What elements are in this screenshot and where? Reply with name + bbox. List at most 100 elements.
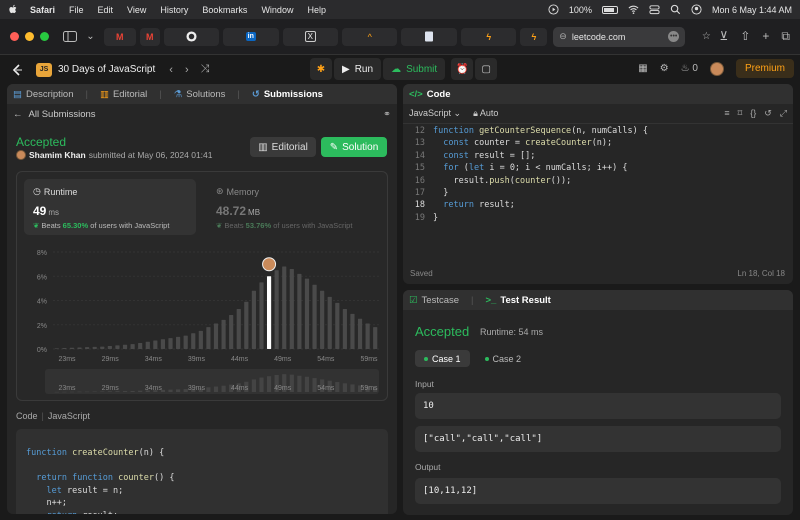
runtime-distribution-chart[interactable]: 8% 6% 4% 2% 0% 23ms 29ms 34ms 39ms 44ms 49ms 54ms 59… [17, 172, 389, 402]
tab-github[interactable] [163, 27, 220, 46]
input-value-calls[interactable]: ["call","call","call"] [415, 426, 781, 452]
tab-overview-icon[interactable]: ⧉ [781, 29, 790, 44]
code-editor[interactable]: 12 function getCounterSequence(n, numCall… [403, 125, 793, 224]
problem-list-title[interactable]: 30 Days of JavaScript [58, 64, 155, 75]
chart-bar [85, 347, 90, 349]
wifi-icon[interactable] [628, 4, 639, 15]
menu-help[interactable]: Help [307, 5, 326, 15]
chart-bar [244, 301, 249, 349]
code-line[interactable]: 19} [403, 212, 793, 224]
braces-icon[interactable]: {} [750, 108, 756, 119]
menubar-clock[interactable]: Mon 6 May 1:44 AM [712, 5, 792, 15]
reset-icon[interactable]: ↺ [764, 108, 772, 119]
solution-button[interactable]: ✎ Solution [321, 137, 387, 157]
format-icon[interactable]: ≡ [724, 108, 729, 119]
prev-problem-icon[interactable]: ‹ [169, 64, 173, 76]
battery-icon[interactable] [601, 5, 618, 14]
download-icon[interactable]: ⊻ [720, 29, 729, 44]
submitted-time: submitted at May 06, 2024 01:41 [88, 150, 213, 160]
more-icon[interactable]: ••• [668, 31, 680, 42]
output-value[interactable]: [10,11,12] [415, 478, 781, 504]
tab-solutions[interactable]: ⚗ Solutions [174, 89, 226, 100]
bookmark-star-icon[interactable]: ☆ [699, 30, 713, 44]
fullscreen-icon[interactable]: ⤢ [780, 108, 787, 119]
menu-bookmarks[interactable]: Bookmarks [202, 5, 247, 15]
next-problem-icon[interactable]: › [185, 64, 189, 76]
tab-gmail-1[interactable]: M [103, 27, 136, 46]
user-switch-icon[interactable] [691, 4, 702, 15]
navigator-bar [130, 390, 135, 392]
search-icon[interactable] [670, 4, 681, 15]
menu-safari[interactable]: Safari [30, 5, 55, 15]
play-icon: ▶ [342, 63, 350, 75]
editor-actions: ≡ ⌑ {} ↺ ⤢ [724, 108, 787, 119]
code-line[interactable]: 17 } [403, 187, 793, 199]
code-line[interactable]: 16 result.push(counter()); [403, 175, 793, 187]
code-line[interactable]: 18 return result; [403, 199, 793, 211]
grid-layout-icon[interactable]: ▦ [638, 63, 647, 74]
menu-file[interactable]: File [69, 5, 84, 15]
share-icon[interactable]: ⇧ [740, 29, 750, 44]
run-button[interactable]: ▶ Run [334, 58, 382, 80]
tab-linkedin[interactable]: in [223, 27, 279, 46]
code-line[interactable]: 15 for (let i = 0; i < numCalls; i++) { [403, 162, 793, 174]
chevron-down-icon[interactable]: ⌄ [83, 30, 97, 44]
chart-bar [289, 268, 294, 349]
tab-editorial[interactable]: ▥ Editorial [100, 89, 147, 100]
tab-leetcode-2[interactable]: ϟ [460, 27, 517, 46]
submit-button[interactable]: ☁ Submit [383, 58, 446, 80]
zoom-window-button[interactable] [40, 32, 49, 41]
menu-window[interactable]: Window [261, 5, 293, 15]
submitted-code-block[interactable]: function createCounter(n) { return funct… [16, 429, 388, 514]
debug-button[interactable]: ✱ [310, 58, 332, 80]
leetcode-logo-icon[interactable] [10, 63, 24, 77]
gear-icon[interactable]: ⚙ [660, 63, 669, 74]
tab-x[interactable]: X [282, 27, 338, 46]
tab-submissions[interactable]: ↺ Submissions [252, 89, 323, 100]
back-arrow-icon[interactable]: ← [13, 109, 23, 120]
avatar[interactable] [16, 150, 26, 160]
control-center-icon[interactable] [649, 4, 660, 15]
auto-mode[interactable]: 🔒︎ Auto [473, 108, 498, 119]
tab-testcase[interactable]: ☑ Testcase [409, 295, 459, 306]
all-submissions-link[interactable]: All Submissions [29, 109, 96, 120]
code-line[interactable]: 13 const counter = createCounter(n); [403, 137, 793, 149]
notes-button[interactable]: ▢ [475, 58, 498, 80]
line-code: result.push(counter()); [433, 175, 572, 186]
url-bar[interactable]: ⊖ leetcode.com ••• [553, 26, 686, 47]
line-number: 18 [414, 200, 425, 211]
chevron-up-icon: ^ [367, 31, 372, 42]
premium-button[interactable]: Premium [735, 59, 794, 78]
menu-view[interactable]: View [127, 5, 146, 15]
tab-test-result[interactable]: >_ Test Result [486, 295, 551, 306]
sidebar-toggle-icon[interactable] [63, 30, 78, 44]
link-icon[interactable]: ⚭ [383, 109, 391, 120]
menu-history[interactable]: History [160, 5, 188, 15]
new-tab-icon[interactable]: + [762, 29, 769, 44]
case-tab-1[interactable]: Case 1 [415, 350, 470, 367]
minimize-window-button[interactable] [25, 32, 34, 41]
timer-button[interactable]: ⏰ [451, 58, 474, 80]
editorial-button[interactable]: ▥ Editorial [250, 137, 316, 157]
code-line[interactable]: 14 const result = []; [403, 150, 793, 162]
bookmark-icon[interactable]: ⌑ [738, 108, 743, 119]
menu-edit[interactable]: Edit [98, 5, 114, 15]
apple-logo-icon[interactable] [8, 4, 18, 15]
close-window-button[interactable] [10, 32, 19, 41]
tab-leetcode-3[interactable]: ϟ [520, 27, 548, 46]
submitter-name[interactable]: Shamim Khan [29, 150, 86, 160]
tab-document[interactable] [401, 27, 457, 46]
code-line[interactable]: 12 function getCounterSequence(n, numCall… [403, 125, 793, 137]
user-avatar[interactable] [709, 61, 724, 76]
language-select[interactable]: JavaScript ⌄ [409, 108, 461, 119]
shuffle-icon[interactable]: ⤨ [201, 63, 210, 76]
streak-counter[interactable]: ♨ 0 [681, 63, 698, 74]
tab-code[interactable]: </> Code [409, 89, 451, 100]
tab-gmail-2[interactable]: M [139, 27, 160, 46]
tab-leetcode-1[interactable]: ^ [341, 27, 398, 46]
case-tab-2[interactable]: Case 2 [476, 350, 531, 367]
code-line: return function counter() { [36, 473, 175, 483]
play-pause-icon[interactable] [548, 4, 559, 15]
tab-description[interactable]: ▤ Description [13, 89, 74, 100]
input-value-n[interactable]: 10 [415, 393, 781, 419]
